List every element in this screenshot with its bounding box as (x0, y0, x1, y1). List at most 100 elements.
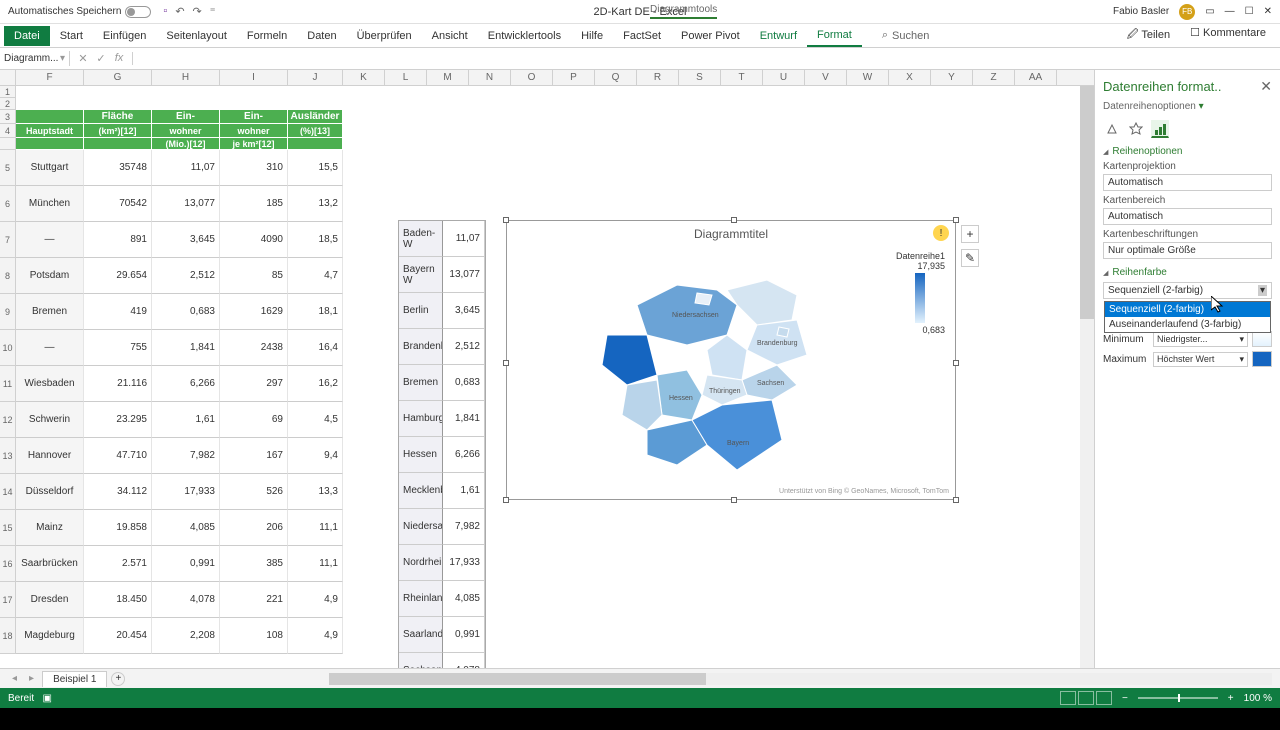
user-avatar-icon[interactable]: FB (1179, 4, 1195, 20)
chart-warning-icon[interactable]: ! (933, 225, 949, 241)
table-row[interactable]: 5 Stuttgart 35748 11,07 310 15,5 (0, 150, 1094, 186)
view-normal-icon[interactable] (1060, 691, 1076, 705)
formula-input[interactable] (133, 57, 1280, 61)
search-box[interactable]: ⌕ Suchen (882, 29, 929, 42)
col-header[interactable]: J (288, 70, 343, 85)
chart-legend: Datenreihe1 17,935 0,683 (896, 251, 945, 335)
maximize-icon[interactable]: ☐ (1245, 6, 1254, 17)
tab-pagelayout[interactable]: Seitenlayout (156, 26, 237, 46)
col-header[interactable]: G (84, 70, 152, 85)
col-header[interactable]: AA (1015, 70, 1057, 85)
map-projection-select[interactable]: Automatisch (1103, 174, 1272, 191)
zoom-level[interactable]: 100 % (1244, 693, 1272, 704)
sheet-nav-prev-icon[interactable]: ◂ (8, 673, 21, 684)
table-row[interactable]: 18 Magdeburg 20.454 2,208 108 4,9 (0, 618, 1094, 654)
col-header[interactable]: M (427, 70, 469, 85)
chart-title[interactable]: Diagrammtitel (507, 221, 955, 247)
undo-icon[interactable]: ↶ (175, 5, 184, 18)
cancel-formula-icon[interactable]: ✕ (76, 52, 90, 65)
chart-source-range[interactable]: Baden-W11,07Bayern W13,077Berlin3,645Bra… (398, 220, 486, 668)
col-header[interactable]: V (805, 70, 847, 85)
col-header[interactable]: O (511, 70, 553, 85)
col-header[interactable]: U (763, 70, 805, 85)
fill-line-icon[interactable] (1103, 120, 1121, 138)
table-row[interactable]: 16 Saarbrücken 2.571 0,991 385 11,1 (0, 546, 1094, 582)
section-series-color[interactable]: Reihenfarbe (1103, 267, 1272, 278)
pane-subtitle[interactable]: Datenreihenoptionen ▾ (1103, 101, 1272, 112)
effects-icon[interactable] (1127, 120, 1145, 138)
new-sheet-icon[interactable]: + (111, 672, 125, 686)
series-options-icon[interactable] (1151, 120, 1169, 138)
select-all-corner[interactable] (0, 70, 16, 85)
qat-more-icon[interactable]: ⁼ (210, 5, 216, 18)
series-color-select[interactable]: Sequenziell (2-farbig)▾ Sequenziell (2-f… (1103, 282, 1272, 299)
zoom-slider[interactable] (1138, 697, 1218, 699)
tab-data[interactable]: Daten (297, 26, 346, 46)
chart-styles-icon[interactable]: ✎ (961, 249, 979, 267)
save-icon[interactable]: ▫ (163, 5, 167, 18)
tab-file[interactable]: Datei (4, 26, 50, 46)
col-header[interactable]: R (637, 70, 679, 85)
sheet-tab[interactable]: Beispiel 1 (42, 671, 107, 687)
minimum-select[interactable]: Niedrigster...▾ (1153, 332, 1248, 347)
comments-button[interactable]: ☐ Kommentare (1184, 24, 1272, 47)
maximum-select[interactable]: Höchster Wert▾ (1153, 352, 1248, 367)
ribbon-mode-icon[interactable]: ▭ (1205, 6, 1214, 17)
col-header[interactable]: N (469, 70, 511, 85)
map-labels-select[interactable]: Nur optimale Größe (1103, 242, 1272, 259)
table-row[interactable]: 6 München 70542 13,077 185 13,2 (0, 186, 1094, 222)
tab-review[interactable]: Überprüfen (347, 26, 422, 46)
sheet-nav-next-icon[interactable]: ▸ (25, 673, 38, 684)
macro-record-icon[interactable]: ▣ (42, 693, 51, 704)
tab-insert[interactable]: Einfügen (93, 26, 156, 46)
tab-design[interactable]: Entwurf (750, 26, 807, 46)
col-header[interactable]: K (343, 70, 385, 85)
minimize-icon[interactable]: — (1225, 6, 1235, 17)
map-chart[interactable]: ! + ✎ Diagrammtitel Nie (506, 220, 956, 500)
col-header[interactable]: Z (973, 70, 1015, 85)
worksheet[interactable]: F G H I J K L M N O P Q R S T U V W X Y … (0, 70, 1094, 668)
col-header[interactable]: X (889, 70, 931, 85)
enter-formula-icon[interactable]: ✓ (94, 52, 108, 65)
col-header[interactable]: I (220, 70, 288, 85)
col-header[interactable]: S (679, 70, 721, 85)
col-header[interactable]: Y (931, 70, 973, 85)
tab-factset[interactable]: FactSet (613, 26, 671, 46)
dropdown-option-diverging[interactable]: Auseinanderlaufend (3-farbig) (1105, 317, 1270, 332)
col-header[interactable]: H (152, 70, 220, 85)
tab-formulas[interactable]: Formeln (237, 26, 297, 46)
table-row[interactable]: 17 Dresden 18.450 4,078 221 4,9 (0, 582, 1094, 618)
col-header[interactable]: T (721, 70, 763, 85)
view-page-layout-icon[interactable] (1078, 691, 1094, 705)
fx-icon[interactable]: fx (112, 52, 126, 65)
dropdown-option-sequential[interactable]: Sequenziell (2-farbig) (1105, 302, 1270, 317)
tab-format[interactable]: Format (807, 25, 862, 47)
view-page-break-icon[interactable] (1096, 691, 1112, 705)
tab-view[interactable]: Ansicht (422, 26, 478, 46)
table-row[interactable]: 15 Mainz 19.858 4,085 206 11,1 (0, 510, 1094, 546)
zoom-in-icon[interactable]: + (1228, 693, 1234, 704)
min-color-button[interactable] (1252, 331, 1272, 347)
autosave-toggle[interactable]: Automatisches Speichern (8, 6, 151, 18)
pane-close-icon[interactable]: ✕ (1260, 78, 1272, 95)
zoom-out-icon[interactable]: − (1122, 693, 1128, 704)
max-color-button[interactable] (1252, 351, 1272, 367)
col-header[interactable]: W (847, 70, 889, 85)
chart-add-element-icon[interactable]: + (961, 225, 979, 243)
name-box[interactable]: Diagramm...▾ (0, 51, 70, 66)
vertical-scrollbar[interactable] (1080, 86, 1094, 668)
close-icon[interactable]: ✕ (1264, 6, 1272, 17)
tab-powerpivot[interactable]: Power Pivot (671, 26, 750, 46)
redo-icon[interactable]: ↷ (193, 5, 202, 18)
tab-help[interactable]: Hilfe (571, 26, 613, 46)
col-header[interactable]: F (16, 70, 84, 85)
tab-start[interactable]: Start (50, 26, 93, 46)
map-area-select[interactable]: Automatisch (1103, 208, 1272, 225)
col-header[interactable]: L (385, 70, 427, 85)
tab-developer[interactable]: Entwicklertools (478, 26, 571, 46)
share-button[interactable]: 🖉 Teilen (1121, 24, 1176, 47)
section-series-options[interactable]: Reihenoptionen (1103, 146, 1272, 157)
horizontal-scrollbar[interactable] (329, 673, 1272, 685)
col-header[interactable]: Q (595, 70, 637, 85)
col-header[interactable]: P (553, 70, 595, 85)
